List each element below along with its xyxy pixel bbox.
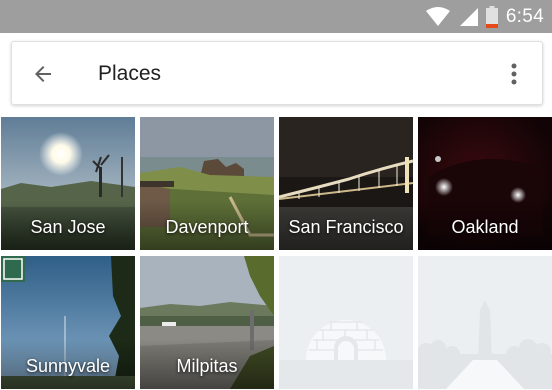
- monument-placeholder-icon: [418, 256, 552, 389]
- battery-low-icon: [485, 5, 498, 28]
- place-tile-san-jose[interactable]: San Jose: [1, 117, 135, 250]
- status-bar: 6:54: [0, 0, 552, 33]
- place-label: Milpitas: [176, 356, 238, 376]
- place-label: Davenport: [165, 217, 249, 237]
- back-button[interactable]: [28, 59, 58, 89]
- signal-icon: [459, 7, 478, 26]
- status-icons: 6:54: [425, 0, 544, 33]
- place-label: Oakland: [451, 217, 519, 237]
- place-label: San Francisco: [288, 217, 404, 237]
- place-label: San Jose: [30, 217, 106, 237]
- place-tile-milpitas[interactable]: Milpitas: [140, 256, 274, 389]
- status-time: 6:54: [505, 5, 544, 27]
- place-tile-placeholder[interactable]: [418, 256, 552, 389]
- wifi-icon: [425, 6, 450, 26]
- place-label: Sunnyvale: [25, 356, 111, 376]
- igloo-placeholder-icon: [279, 256, 413, 389]
- place-tile-placeholder[interactable]: [279, 256, 413, 389]
- more-vert-icon: [511, 63, 517, 85]
- app-bar: Places: [11, 41, 543, 105]
- arrow-back-icon: [35, 66, 51, 82]
- place-tile-oakland[interactable]: Oakland: [418, 117, 552, 250]
- place-tile-sunnyvale[interactable]: Sunnyvale: [1, 256, 135, 389]
- overflow-menu-button[interactable]: [502, 60, 526, 88]
- place-tile-davenport[interactable]: Davenport: [140, 117, 274, 250]
- page-title: Places: [98, 62, 162, 85]
- place-tile-san-francisco[interactable]: San Francisco: [279, 117, 413, 250]
